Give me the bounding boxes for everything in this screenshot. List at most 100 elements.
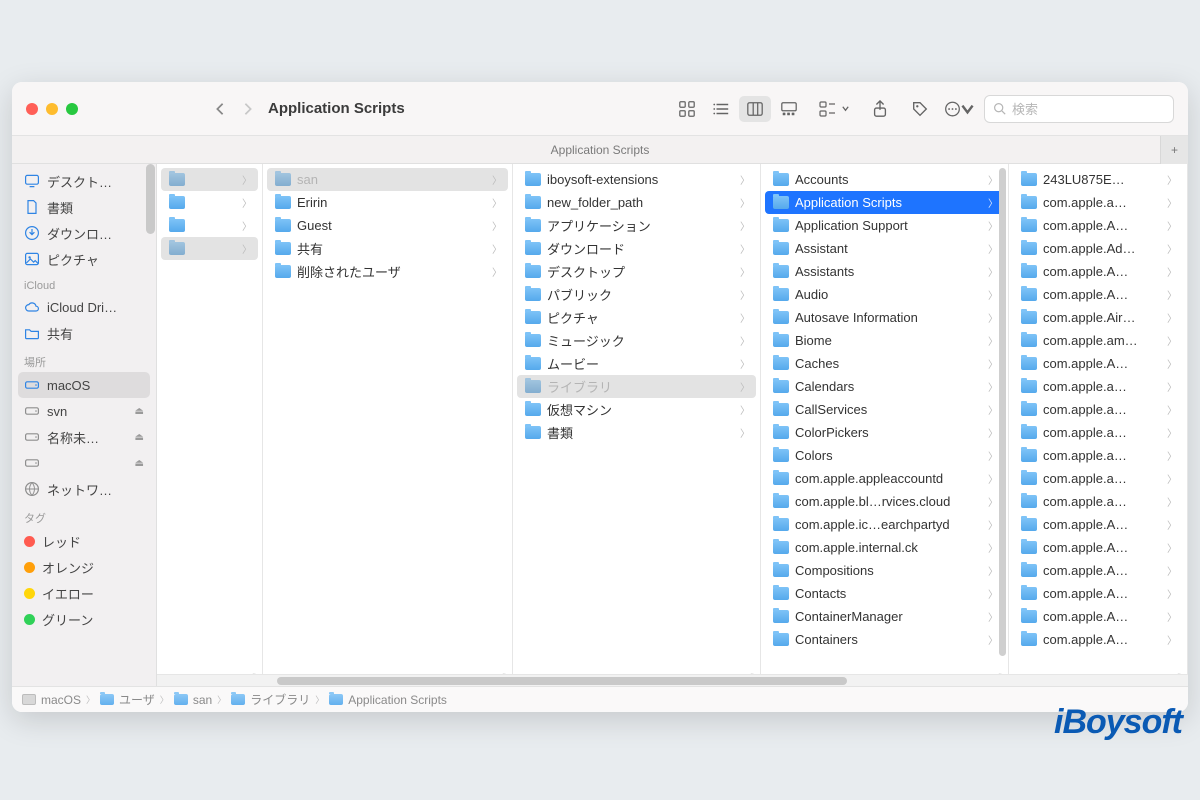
- folder-row[interactable]: com.apple.A…〉: [1013, 536, 1183, 559]
- eject-icon[interactable]: ⏏: [135, 458, 144, 469]
- sidebar-item[interactable]: ピクチャ: [18, 246, 150, 272]
- folder-row[interactable]: iboysoft-extensions〉: [517, 168, 756, 191]
- folder-row[interactable]: com.apple.a…〉: [1013, 467, 1183, 490]
- folder-row[interactable]: Eririn〉: [267, 191, 508, 214]
- column-view-button[interactable]: [739, 96, 771, 122]
- icon-view-button[interactable]: [671, 96, 703, 122]
- path-segment[interactable]: macOS: [41, 693, 81, 707]
- folder-row[interactable]: Colors〉: [765, 444, 1004, 467]
- folder-row[interactable]: Assistant〉: [765, 237, 1004, 260]
- folder-row[interactable]: com.apple.A…〉: [1013, 283, 1183, 306]
- folder-row[interactable]: Caches〉: [765, 352, 1004, 375]
- sidebar-item[interactable]: オレンジ: [18, 554, 150, 580]
- folder-row[interactable]: com.apple.internal.ck〉: [765, 536, 1004, 559]
- folder-row[interactable]: Guest〉: [267, 214, 508, 237]
- folder-row[interactable]: ライブラリ〉: [517, 375, 756, 398]
- sidebar-item[interactable]: ネットワ…: [18, 476, 150, 502]
- sidebar-item[interactable]: 共有: [18, 320, 150, 346]
- folder-row[interactable]: 〉: [161, 168, 258, 191]
- sidebar-item[interactable]: ⏏: [18, 450, 150, 476]
- folder-row[interactable]: com.apple.Air…〉: [1013, 306, 1183, 329]
- folder-row[interactable]: アプリケーション〉: [517, 214, 756, 237]
- minimize-button[interactable]: [46, 103, 58, 115]
- folder-row[interactable]: Compositions〉: [765, 559, 1004, 582]
- new-tab-button[interactable]: +: [1160, 136, 1188, 164]
- folder-row[interactable]: 共有〉: [267, 237, 508, 260]
- folder-row[interactable]: com.apple.A…〉: [1013, 605, 1183, 628]
- folder-row[interactable]: com.apple.A…〉: [1013, 559, 1183, 582]
- column-scrollbar[interactable]: [999, 168, 1006, 656]
- close-button[interactable]: [26, 103, 38, 115]
- folder-row[interactable]: com.apple.a…〉: [1013, 490, 1183, 513]
- sidebar-item[interactable]: レッド: [18, 528, 150, 554]
- folder-row[interactable]: 〉: [161, 237, 258, 260]
- horizontal-scrollbar[interactable]: [157, 674, 1188, 686]
- action-menu-button[interactable]: [944, 96, 976, 122]
- eject-icon[interactable]: ⏏: [135, 432, 144, 443]
- folder-row[interactable]: デスクトップ〉: [517, 260, 756, 283]
- folder-row[interactable]: 〉: [161, 191, 258, 214]
- sidebar-item[interactable]: 名称未…⏏: [18, 424, 150, 450]
- list-view-button[interactable]: [705, 96, 737, 122]
- sidebar-item[interactable]: イエロー: [18, 580, 150, 606]
- sidebar-scrollbar[interactable]: [146, 164, 155, 234]
- zoom-button[interactable]: [66, 103, 78, 115]
- folder-row[interactable]: Biome〉: [765, 329, 1004, 352]
- folder-row[interactable]: com.apple.Ad…〉: [1013, 237, 1183, 260]
- folder-row[interactable]: 削除されたユーザ〉: [267, 260, 508, 283]
- sidebar-item[interactable]: iCloud Dri…: [18, 294, 150, 320]
- folder-row[interactable]: ダウンロード〉: [517, 237, 756, 260]
- forward-button[interactable]: [234, 95, 262, 123]
- folder-row[interactable]: com.apple.ic…earchpartyd〉: [765, 513, 1004, 536]
- folder-row[interactable]: com.apple.a…〉: [1013, 398, 1183, 421]
- folder-row[interactable]: 書類〉: [517, 421, 756, 444]
- folder-row[interactable]: com.apple.A…〉: [1013, 214, 1183, 237]
- eject-icon[interactable]: ⏏: [135, 406, 144, 417]
- tag-button[interactable]: [904, 96, 936, 122]
- folder-row[interactable]: com.apple.appleaccountd〉: [765, 467, 1004, 490]
- folder-row[interactable]: Contacts〉: [765, 582, 1004, 605]
- folder-row[interactable]: ムービー〉: [517, 352, 756, 375]
- folder-row[interactable]: com.apple.a…〉: [1013, 191, 1183, 214]
- path-segment[interactable]: Application Scripts: [348, 693, 447, 707]
- gallery-view-button[interactable]: [773, 96, 805, 122]
- sidebar-item[interactable]: デスクト…: [18, 168, 150, 194]
- folder-row[interactable]: 仮想マシン〉: [517, 398, 756, 421]
- folder-row[interactable]: com.apple.a…〉: [1013, 444, 1183, 467]
- folder-row[interactable]: Assistants〉: [765, 260, 1004, 283]
- sidebar-item[interactable]: ダウンロ…: [18, 220, 150, 246]
- folder-row[interactable]: パブリック〉: [517, 283, 756, 306]
- path-segment[interactable]: ライブラリ: [250, 691, 310, 708]
- sidebar-item[interactable]: グリーン: [18, 606, 150, 632]
- folder-row[interactable]: ColorPickers〉: [765, 421, 1004, 444]
- folder-row[interactable]: com.apple.a…〉: [1013, 375, 1183, 398]
- folder-row[interactable]: com.apple.A…〉: [1013, 582, 1183, 605]
- folder-row[interactable]: Calendars〉: [765, 375, 1004, 398]
- path-segment[interactable]: ユーザ: [119, 691, 155, 708]
- folder-row[interactable]: Application Scripts〉: [765, 191, 1004, 214]
- folder-row[interactable]: com.apple.bl…rvices.cloud〉: [765, 490, 1004, 513]
- folder-row[interactable]: com.apple.A…〉: [1013, 352, 1183, 375]
- folder-row[interactable]: com.apple.A…〉: [1013, 513, 1183, 536]
- path-segment[interactable]: san: [193, 693, 212, 707]
- share-button[interactable]: [864, 96, 896, 122]
- folder-row[interactable]: CallServices〉: [765, 398, 1004, 421]
- folder-row[interactable]: Audio〉: [765, 283, 1004, 306]
- folder-row[interactable]: ContainerManager〉: [765, 605, 1004, 628]
- folder-row[interactable]: san〉: [267, 168, 508, 191]
- folder-row[interactable]: com.apple.a…〉: [1013, 421, 1183, 444]
- folder-row[interactable]: 243LU875E…〉: [1013, 168, 1183, 191]
- search-input[interactable]: 検索: [984, 95, 1174, 123]
- folder-row[interactable]: ミュージック〉: [517, 329, 756, 352]
- folder-row[interactable]: ピクチャ〉: [517, 306, 756, 329]
- sidebar-item[interactable]: macOS: [18, 372, 150, 398]
- folder-row[interactable]: com.apple.am…〉: [1013, 329, 1183, 352]
- folder-row[interactable]: 〉: [161, 214, 258, 237]
- folder-row[interactable]: com.apple.A…〉: [1013, 260, 1183, 283]
- folder-row[interactable]: Application Support〉: [765, 214, 1004, 237]
- folder-row[interactable]: Autosave Information〉: [765, 306, 1004, 329]
- group-by-button[interactable]: [819, 100, 850, 118]
- folder-row[interactable]: Containers〉: [765, 628, 1004, 651]
- folder-row[interactable]: Accounts〉: [765, 168, 1004, 191]
- sidebar-item[interactable]: svn⏏: [18, 398, 150, 424]
